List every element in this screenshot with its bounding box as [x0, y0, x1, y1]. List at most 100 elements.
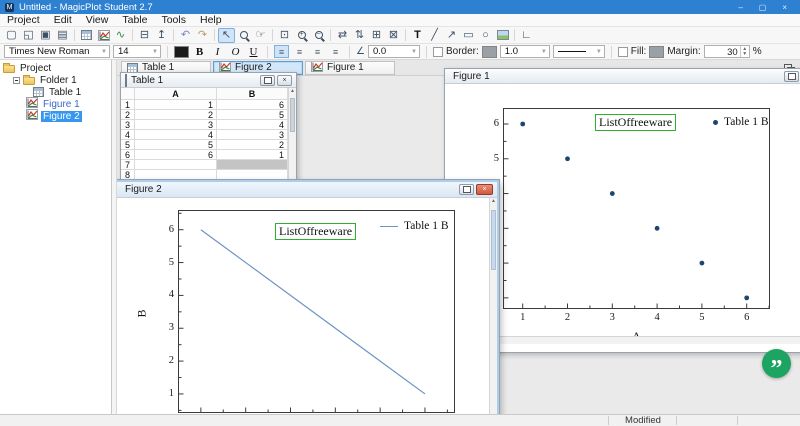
- table-cell[interactable]: [135, 160, 217, 170]
- new-fit-plot-icon[interactable]: ∿: [112, 28, 129, 43]
- arrow-tool-icon[interactable]: ↗: [443, 28, 460, 43]
- align-center-button[interactable]: ≡: [292, 45, 307, 58]
- text-tool-icon[interactable]: T: [409, 28, 426, 43]
- menu-item-tools[interactable]: Tools: [154, 14, 193, 26]
- tree-item-table-1[interactable]: Table 1: [0, 86, 111, 98]
- figure2-plot-area[interactable]: ListOffreeware Table 1 B B 123456654321: [135, 210, 455, 413]
- menu-item-table[interactable]: Table: [115, 14, 154, 26]
- table-cell[interactable]: 6: [217, 100, 288, 110]
- scrollbar-thumb[interactable]: [290, 98, 295, 132]
- close-button[interactable]: ×: [782, 3, 787, 12]
- table-cell[interactable]: 3: [135, 120, 217, 130]
- zoom-out-icon[interactable]: −: [310, 28, 327, 43]
- tab-figure-1[interactable]: Figure 1: [305, 60, 395, 75]
- bold-button[interactable]: B: [192, 45, 207, 58]
- zoom-region-tool-icon[interactable]: [235, 28, 252, 43]
- menu-item-edit[interactable]: Edit: [47, 14, 79, 26]
- restore-window-button[interactable]: [784, 71, 799, 82]
- table-cell[interactable]: 1: [217, 150, 288, 160]
- scale-reset-icon[interactable]: ⊠: [385, 28, 402, 43]
- table-vertical-scrollbar[interactable]: ▲: [288, 88, 296, 189]
- font-size-combo[interactable]: 14 ▼: [113, 45, 161, 58]
- scrollbar-thumb[interactable]: [491, 210, 496, 270]
- menu-item-view[interactable]: View: [79, 14, 116, 26]
- collapse-expander[interactable]: [13, 76, 20, 84]
- underline-button[interactable]: U: [246, 45, 261, 58]
- axes-tool-icon[interactable]: ∟: [518, 28, 535, 43]
- font-family-combo[interactable]: Times New Roman ▼: [4, 45, 110, 58]
- table-cell[interactable]: [135, 170, 217, 180]
- table-cell[interactable]: [217, 160, 288, 170]
- table-window-titlebar[interactable]: Table 1 ×: [121, 73, 296, 88]
- hangouts-icon[interactable]: ”: [762, 349, 791, 381]
- fill-color-swatch[interactable]: [649, 45, 665, 58]
- menu-item-project[interactable]: Project: [0, 14, 47, 26]
- figure2-vertical-scrollbar[interactable]: ▲: [489, 198, 497, 414]
- table-cell[interactable]: 2: [135, 110, 217, 120]
- zoom-in-icon[interactable]: +: [293, 28, 310, 43]
- align-left-button[interactable]: ≡: [274, 45, 289, 58]
- margin-stepper[interactable]: 30 ▲ ▼: [703, 45, 750, 58]
- table-cell[interactable]: 5: [135, 140, 217, 150]
- table-cell[interactable]: 1: [135, 100, 217, 110]
- table-cell[interactable]: 4: [217, 120, 288, 130]
- table-row: 225: [121, 110, 296, 120]
- close-window-button[interactable]: ×: [277, 74, 292, 86]
- align-right-button[interactable]: ≡: [310, 45, 325, 58]
- tree-item-project[interactable]: Project: [0, 62, 111, 74]
- rect-tool-icon[interactable]: ▭: [460, 28, 477, 43]
- select-tool-icon[interactable]: ↖: [218, 27, 235, 43]
- line-style-combo[interactable]: ▼: [552, 45, 605, 58]
- table-cell[interactable]: 2: [217, 140, 288, 150]
- undo-icon[interactable]: ↶: [177, 28, 194, 43]
- border-width-combo[interactable]: 1.0 ▼: [499, 45, 550, 58]
- text-color-swatch[interactable]: [174, 45, 189, 58]
- paste-icon[interactable]: ▤: [54, 28, 71, 43]
- minimize-button[interactable]: –: [738, 3, 742, 12]
- figure2-window[interactable]: Figure 2 × ListOffreeware Table 1 B B 1 2…: [117, 180, 499, 414]
- print-icon[interactable]: ⊟: [136, 28, 153, 43]
- export-image-icon[interactable]: ↥: [153, 28, 170, 43]
- table-cell[interactable]: 3: [217, 130, 288, 140]
- line-tool-icon[interactable]: ╱: [426, 28, 443, 43]
- align-justify-button[interactable]: ≡: [328, 45, 343, 58]
- figure2-window-titlebar[interactable]: Figure 2 ×: [117, 182, 497, 198]
- tree-item-folder-1[interactable]: Folder 1: [0, 74, 111, 86]
- table-cell[interactable]: 4: [135, 130, 217, 140]
- ellipse-tool-icon[interactable]: ○: [477, 28, 494, 43]
- menu-item-help[interactable]: Help: [193, 14, 229, 26]
- new-project-icon[interactable]: ▢: [3, 28, 20, 43]
- border-checkbox[interactable]: [432, 46, 443, 57]
- fit-range-icon[interactable]: ⊡: [276, 28, 293, 43]
- open-project-icon[interactable]: ◱: [20, 28, 37, 43]
- table-cell[interactable]: [217, 170, 288, 180]
- scale-y-icon[interactable]: ⇅: [351, 28, 368, 43]
- maximize-button[interactable]: ▢: [759, 3, 767, 12]
- spreadsheet[interactable]: AB11622533444355266178: [121, 88, 296, 180]
- table-cell[interactable]: 6: [135, 150, 217, 160]
- image-tool-icon[interactable]: [494, 28, 511, 43]
- figure1-window-titlebar[interactable]: Figure 1: [445, 69, 800, 84]
- fill-checkbox[interactable]: [617, 46, 628, 57]
- italic-button[interactable]: I: [210, 45, 225, 58]
- figure1-plot-area[interactable]: ListOffreeware Table 1 B A 123456654321: [494, 108, 770, 343]
- scale-both-icon[interactable]: ⊞: [368, 28, 385, 43]
- tree-item-figure-1[interactable]: Figure 1: [0, 97, 111, 110]
- new-figure-icon[interactable]: [95, 28, 112, 43]
- oblique-button[interactable]: O: [228, 45, 243, 58]
- close-window-button[interactable]: ×: [476, 184, 493, 195]
- save-project-icon[interactable]: ▣: [37, 28, 54, 43]
- restore-window-button[interactable]: [260, 74, 275, 86]
- border-color-swatch[interactable]: [481, 45, 497, 58]
- table-cell[interactable]: 5: [217, 110, 288, 120]
- title-bar[interactable]: M Untitled - MagicPlot Student 2.7 – ▢ ×: [0, 0, 800, 14]
- scale-x-icon[interactable]: ⇄: [334, 28, 351, 43]
- new-table-icon[interactable]: [78, 28, 95, 43]
- tree-item-figure-2[interactable]: Figure 2: [0, 109, 111, 122]
- stepper-arrows-icon[interactable]: ▲ ▼: [739, 46, 749, 57]
- table-window[interactable]: Table 1 × AB11622533444355266178 ▲: [120, 72, 297, 190]
- hand-tool-icon[interactable]: ☞: [252, 28, 269, 43]
- redo-icon[interactable]: ↷: [194, 28, 211, 43]
- angle-combo[interactable]: 0.0 ▼: [367, 45, 420, 58]
- restore-window-button[interactable]: [459, 184, 474, 195]
